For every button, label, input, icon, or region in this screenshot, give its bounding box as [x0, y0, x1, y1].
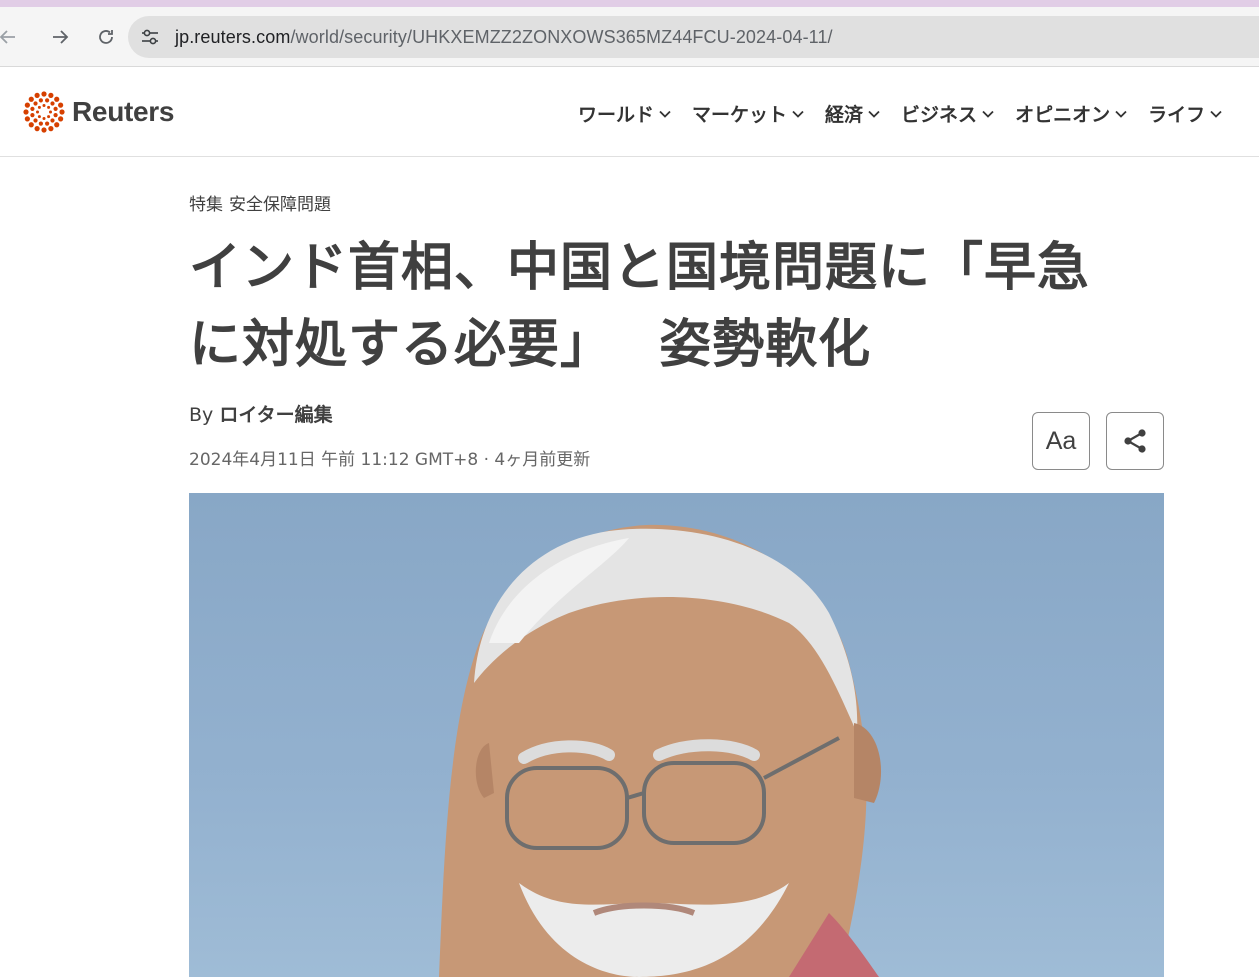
share-icon — [1124, 429, 1146, 453]
article-kicker: 特集 安全保障問題 — [189, 190, 1164, 215]
logo-dot — [41, 127, 47, 133]
nav-item-business[interactable]: ビジネス — [901, 100, 995, 127]
chevron-down-icon — [868, 110, 880, 118]
site-settings-icon — [142, 29, 158, 45]
reload-button[interactable] — [86, 17, 126, 57]
browser-toolbar: jp.reuters.com/world/security/UHKXEMZZ2Z… — [0, 7, 1259, 67]
nav-item-markets[interactable]: マーケット — [692, 100, 805, 127]
main-navigation: ワールド マーケット 経済 ビジネス オピニオン ライフ — [578, 100, 1243, 127]
byline-prefix: By — [189, 404, 214, 426]
logo-dot — [42, 117, 46, 120]
logo-dot — [45, 121, 50, 126]
logo-dot — [48, 92, 54, 98]
browser-top-accent — [0, 0, 1259, 7]
logo-dot — [41, 91, 47, 97]
nav-item-economy[interactable]: 経済 — [825, 100, 881, 127]
logo-dot — [54, 122, 60, 128]
logo-dot — [50, 118, 55, 123]
logo-dot — [34, 126, 40, 132]
logo-dot — [23, 109, 29, 115]
dateline: 2024年4月11日 午前 11:12 GMT+8 · 4ヶ月前更新 — [189, 450, 591, 470]
chevron-down-icon — [792, 110, 804, 118]
forward-arrow-icon — [53, 29, 69, 44]
kicker-topic[interactable]: 安全保障問題 — [229, 190, 331, 215]
article: 特集 安全保障問題 インド首相、中国と国境問題に「早急 に対処する必要」 姿勢軟… — [189, 190, 1164, 470]
logo-dot — [53, 106, 58, 111]
logo-dot — [49, 110, 52, 114]
logo-dot — [24, 116, 30, 122]
byline-author[interactable]: ロイター編集 — [219, 404, 332, 426]
chevron-down-icon — [1210, 110, 1222, 118]
headline-line-1: インド首相、中国と国境問題に「早急 — [189, 238, 1091, 298]
address-bar[interactable]: jp.reuters.com/world/security/UHKXEMZZ2Z… — [128, 16, 1259, 58]
logo-dot — [48, 126, 54, 132]
reuters-logo-icon — [23, 91, 65, 133]
back-button[interactable] — [0, 17, 28, 57]
logo-dot — [30, 106, 35, 111]
article-headline: インド首相、中国と国境問題に「早急 に対処する必要」 姿勢軟化 — [189, 230, 1164, 384]
logo-dot — [50, 101, 55, 106]
logo-dot — [54, 96, 60, 102]
reuters-logo[interactable]: Reuters — [22, 90, 174, 134]
nav-item-label: ビジネス — [901, 104, 978, 126]
logo-dot — [45, 98, 50, 103]
nav-item-world[interactable]: ワールド — [578, 100, 672, 127]
logo-dot — [58, 116, 64, 122]
back-arrow-icon — [0, 29, 15, 44]
chevron-down-icon — [659, 110, 671, 118]
headline-line-2: に対処する必要」 姿勢軟化 — [189, 315, 872, 375]
logo-dot — [38, 121, 43, 126]
logo-dot — [59, 109, 65, 115]
portrait-image — [439, 524, 882, 977]
reload-icon — [99, 29, 113, 44]
logo-dot — [37, 115, 41, 119]
logo-dot — [53, 113, 58, 118]
logo-dot — [24, 102, 30, 108]
logo-dot — [33, 118, 38, 123]
logo-dot — [36, 110, 39, 114]
url-host: jp.reuters.com — [175, 26, 291, 47]
nav-item-label: ワールド — [578, 104, 655, 126]
site-header: Reuters ワールド マーケット 経済 ビジネス オピニオン ライフ — [0, 67, 1259, 157]
logo-dot — [28, 122, 34, 128]
text-size-button[interactable]: Aa — [1032, 412, 1090, 470]
logo-dot — [37, 105, 41, 109]
nav-item-life[interactable]: ライフ — [1148, 100, 1223, 127]
nav-item-label: 経済 — [825, 104, 864, 126]
url-path: /world/security/UHKXEMZZ2ZONXOWS365MZ44F… — [290, 26, 833, 47]
site-settings-button[interactable] — [134, 21, 166, 53]
nav-item-label: マーケット — [692, 104, 788, 126]
article-photo[interactable] — [189, 493, 1164, 977]
logo-dot — [47, 105, 51, 109]
byline: By ロイター編集 — [189, 400, 1164, 427]
logo-dot — [38, 98, 43, 103]
nav-item-label: オピニオン — [1015, 104, 1111, 126]
logo-dot — [58, 102, 64, 108]
nav-item-label: ライフ — [1148, 104, 1206, 126]
chevron-down-icon — [982, 110, 994, 118]
logo-dot — [34, 92, 40, 98]
article-tools: Aa — [1032, 412, 1164, 470]
share-button[interactable] — [1106, 412, 1164, 470]
logo-dot — [33, 101, 38, 106]
kicker-label[interactable]: 特集 — [189, 190, 223, 215]
forward-button[interactable] — [40, 17, 80, 57]
logo-text: Reuters — [72, 96, 175, 127]
logo-dot — [42, 104, 46, 107]
chevron-down-icon — [1115, 110, 1127, 118]
logo-dot — [28, 96, 34, 102]
logo-dot — [47, 115, 51, 119]
logo-dot — [30, 113, 35, 118]
url-text[interactable]: jp.reuters.com/world/security/UHKXEMZZ2Z… — [175, 27, 833, 48]
nav-item-opinion[interactable]: オピニオン — [1015, 100, 1128, 127]
